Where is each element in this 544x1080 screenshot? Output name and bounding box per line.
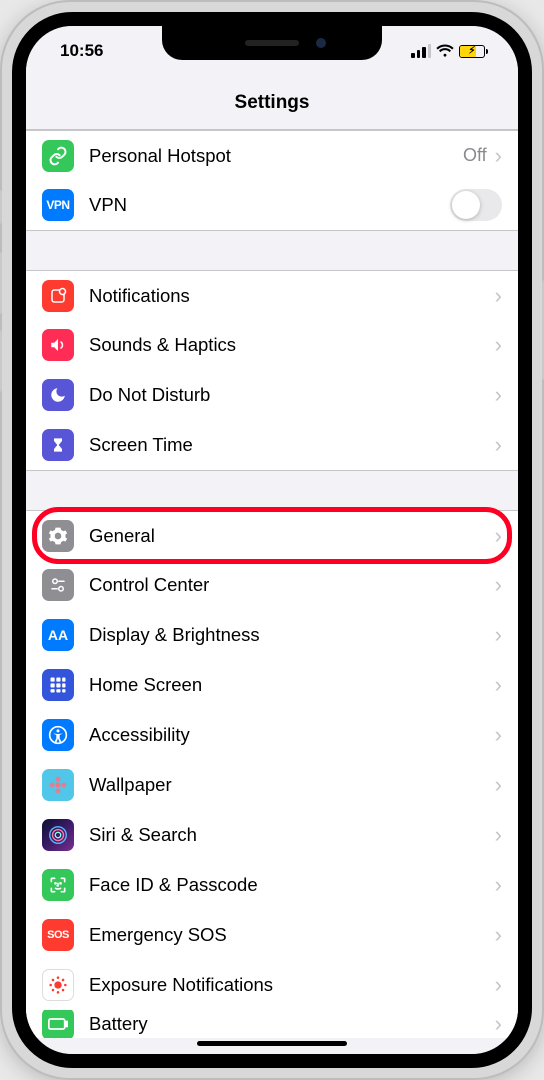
faceid-icon: [42, 869, 74, 901]
silence-switch[interactable]: [0, 190, 2, 224]
row-home-screen[interactable]: Home Screen ›: [26, 660, 518, 710]
speaker-icon: [42, 329, 74, 361]
chevron-right-icon: ›: [495, 624, 502, 646]
phone-bezel: 10:56 ⚡︎ Settings: [12, 12, 532, 1068]
chevron-right-icon: ›: [495, 145, 502, 167]
vpn-toggle[interactable]: [450, 189, 502, 221]
row-accessibility[interactable]: Accessibility ›: [26, 710, 518, 760]
siri-icon: [42, 819, 74, 851]
row-label: Battery: [89, 1013, 495, 1035]
row-label: Screen Time: [89, 434, 495, 456]
group-separator: [26, 470, 518, 510]
row-label: Face ID & Passcode: [89, 874, 495, 896]
row-label: Emergency SOS: [89, 924, 495, 946]
row-face-id-passcode[interactable]: Face ID & Passcode ›: [26, 860, 518, 910]
row-notifications[interactable]: Notifications ›: [26, 270, 518, 320]
row-siri-search[interactable]: Siri & Search ›: [26, 810, 518, 860]
row-general[interactable]: General ›: [26, 510, 518, 560]
row-wallpaper[interactable]: Wallpaper ›: [26, 760, 518, 810]
row-emergency-sos[interactable]: SOS Emergency SOS ›: [26, 910, 518, 960]
row-label: Personal Hotspot: [89, 145, 463, 167]
sos-icon: SOS: [42, 919, 74, 951]
row-display-brightness[interactable]: AA Display & Brightness ›: [26, 610, 518, 660]
row-label: Siri & Search: [89, 824, 495, 846]
chevron-right-icon: ›: [495, 574, 502, 596]
chevron-right-icon: ›: [495, 724, 502, 746]
chevron-right-icon: ›: [495, 824, 502, 846]
chevron-right-icon: ›: [495, 525, 502, 547]
row-sounds-haptics[interactable]: Sounds & Haptics ›: [26, 320, 518, 370]
link-icon: [42, 140, 74, 172]
screen: 10:56 ⚡︎ Settings: [26, 26, 518, 1054]
row-personal-hotspot[interactable]: Personal Hotspot Off ›: [26, 130, 518, 180]
row-do-not-disturb[interactable]: Do Not Disturb ›: [26, 370, 518, 420]
front-camera: [316, 38, 326, 48]
cellular-signal-icon: [411, 44, 431, 58]
chevron-right-icon: ›: [495, 1013, 502, 1035]
grid-icon: [42, 669, 74, 701]
group-separator: [26, 230, 518, 270]
wifi-icon: [436, 44, 454, 58]
row-screen-time[interactable]: Screen Time ›: [26, 420, 518, 470]
chevron-right-icon: ›: [495, 434, 502, 456]
volume-up-button[interactable]: [0, 252, 2, 314]
volume-down-button[interactable]: [0, 330, 2, 392]
moon-icon: [42, 379, 74, 411]
row-label: Control Center: [89, 574, 495, 596]
row-label: Accessibility: [89, 724, 495, 746]
row-control-center[interactable]: Control Center ›: [26, 560, 518, 610]
page-title: Settings: [235, 92, 310, 114]
chevron-right-icon: ›: [495, 874, 502, 896]
row-exposure-notifications[interactable]: Exposure Notifications ›: [26, 960, 518, 1010]
chevron-right-icon: ›: [495, 774, 502, 796]
hourglass-icon: [42, 429, 74, 461]
chevron-right-icon: ›: [495, 974, 502, 996]
row-battery[interactable]: Battery ›: [26, 1010, 518, 1038]
settings-list[interactable]: Personal Hotspot Off › VPN VPN Notificat…: [26, 130, 518, 1054]
home-indicator[interactable]: [197, 1041, 347, 1046]
row-label: Sounds & Haptics: [89, 334, 495, 356]
switches-icon: [42, 569, 74, 601]
vpn-icon: VPN: [42, 189, 74, 221]
nav-bar: Settings: [26, 76, 518, 130]
chevron-right-icon: ›: [495, 674, 502, 696]
speaker-grille: [245, 40, 299, 46]
chevron-right-icon: ›: [495, 384, 502, 406]
row-label: Wallpaper: [89, 774, 495, 796]
row-label: Exposure Notifications: [89, 974, 495, 996]
row-label: VPN: [89, 194, 450, 216]
battery-icon: ⚡︎: [459, 45, 488, 58]
gear-icon: [42, 520, 74, 552]
flower-icon: [42, 769, 74, 801]
battery-icon: [42, 1010, 74, 1038]
accessibility-icon: [42, 719, 74, 751]
exposure-icon: [42, 969, 74, 1001]
chevron-right-icon: ›: [495, 334, 502, 356]
notifications-icon: [42, 280, 74, 312]
row-label: Home Screen: [89, 674, 495, 696]
row-label: Notifications: [89, 285, 495, 307]
chevron-right-icon: ›: [495, 285, 502, 307]
phone-frame: 10:56 ⚡︎ Settings: [0, 0, 544, 1080]
row-detail: Off: [463, 145, 487, 166]
row-vpn[interactable]: VPN VPN: [26, 180, 518, 230]
row-label: Display & Brightness: [89, 624, 495, 646]
chevron-right-icon: ›: [495, 924, 502, 946]
notch: [162, 26, 382, 60]
text-size-icon: AA: [42, 619, 74, 651]
row-label: Do Not Disturb: [89, 384, 495, 406]
row-label: General: [89, 525, 495, 547]
